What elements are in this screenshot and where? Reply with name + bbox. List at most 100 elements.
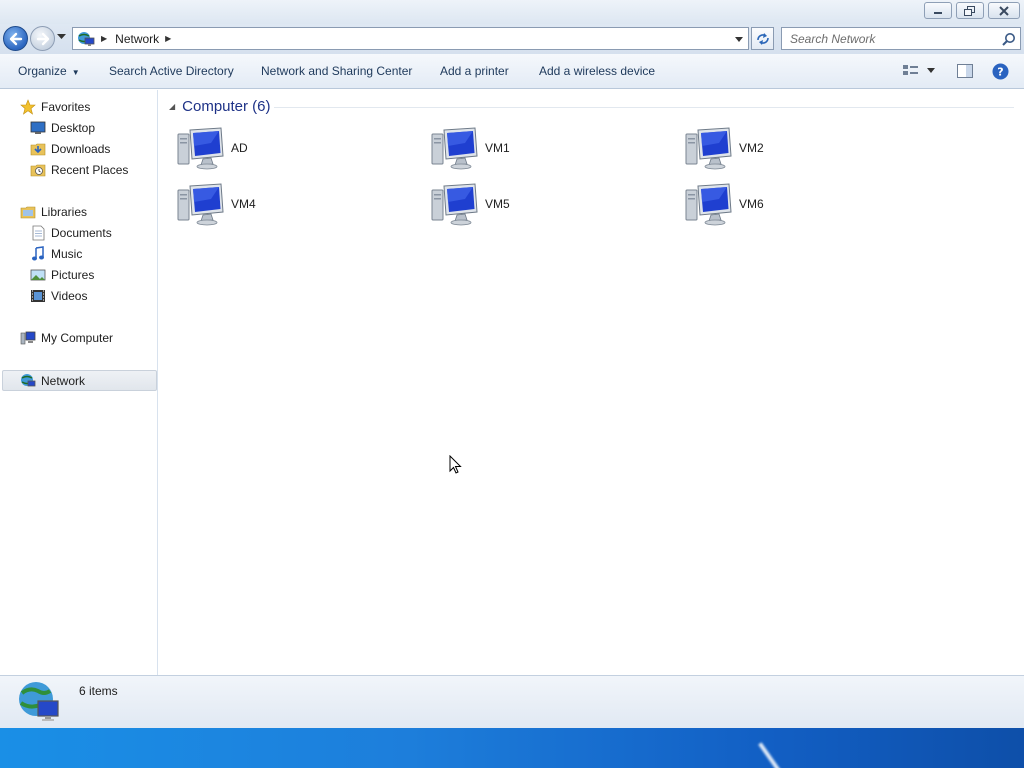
organize-button[interactable]: Organize ▼ <box>18 64 80 78</box>
computer-tile[interactable]: VM1 <box>431 125 671 171</box>
computer-tile[interactable]: VM5 <box>431 181 671 227</box>
computer-name: VM5 <box>485 197 510 211</box>
breadcrumb-network[interactable]: Network <box>115 32 159 46</box>
minimize-icon <box>934 11 942 14</box>
preview-pane-icon[interactable] <box>957 63 973 79</box>
views-dropdown-icon[interactable] <box>927 68 936 74</box>
globe-icon <box>19 682 59 721</box>
views-icon[interactable] <box>902 63 920 79</box>
group-title: Computer (6) <box>182 98 271 115</box>
computer-name: VM2 <box>739 141 764 155</box>
nav-my-computer[interactable]: My Computer <box>20 328 113 348</box>
search-input[interactable] <box>782 28 992 49</box>
restore-icon <box>964 5 975 16</box>
nav-label: Recent Places <box>51 163 129 177</box>
navigation-pane: Favorites Desktop Downloads Recent Place… <box>0 90 158 675</box>
minimize-button[interactable] <box>924 2 952 19</box>
address-history-dropdown-icon[interactable] <box>734 32 744 46</box>
computer-icon <box>20 331 36 345</box>
nav-music[interactable]: Music <box>30 244 82 264</box>
music-icon <box>32 246 44 261</box>
forward-button[interactable] <box>30 26 55 51</box>
nav-label: Favorites <box>41 100 91 114</box>
details-pane: 6 items <box>0 675 1024 728</box>
command-bar: Organize ▼ Search Active Directory Networ… <box>0 54 1024 89</box>
search-icon[interactable] <box>1002 32 1016 46</box>
caption-buttons <box>924 2 1020 19</box>
nav-label: Documents <box>51 226 112 240</box>
search-active-directory-button[interactable]: Search Active Directory <box>109 64 234 78</box>
refresh-icon <box>756 32 769 45</box>
close-button[interactable] <box>988 2 1020 19</box>
back-button[interactable] <box>3 26 28 51</box>
forward-icon <box>36 32 50 46</box>
item-count: 6 items <box>79 684 118 698</box>
nav-videos[interactable]: Videos <box>30 286 87 306</box>
add-printer-button[interactable]: Add a printer <box>440 64 509 78</box>
nav-recent-places[interactable]: Recent Places <box>30 160 128 180</box>
nav-label: Videos <box>51 289 88 303</box>
explorer-window: ▶ Network ▶ Organize ▼ <box>0 0 1024 728</box>
chevron-down-icon: ▼ <box>71 68 80 77</box>
content-pane: ◢ Computer (6) AD VM1 VM2 VM4 VM5 VM6 <box>159 90 1024 675</box>
back-icon <box>9 32 23 46</box>
nav-desktop[interactable]: Desktop <box>30 118 95 138</box>
downloads-folder-icon <box>30 143 46 156</box>
computer-icon <box>431 183 478 226</box>
mouse-cursor-icon <box>449 455 462 474</box>
libraries-icon <box>20 206 36 219</box>
nav-label: My Computer <box>41 331 114 345</box>
computer-tile[interactable]: VM4 <box>177 181 417 227</box>
nav-documents[interactable]: Documents <box>30 223 112 243</box>
organize-label: Organize <box>18 64 67 78</box>
nav-pictures[interactable]: Pictures <box>30 265 94 285</box>
computer-tile[interactable]: VM6 <box>685 181 925 227</box>
group-header[interactable]: ◢ Computer (6) <box>169 98 271 115</box>
recent-pages-dropdown[interactable] <box>57 34 66 40</box>
nav-libraries[interactable]: Libraries <box>20 202 87 222</box>
network-icon <box>78 31 95 46</box>
pictures-icon <box>30 269 46 281</box>
network-icon <box>21 373 36 386</box>
computer-icon <box>177 127 224 170</box>
network-sharing-center-button[interactable]: Network and Sharing Center <box>261 64 412 78</box>
computer-name: AD <box>231 141 248 155</box>
svg-text:?: ? <box>997 66 1003 79</box>
add-wireless-device-button[interactable]: Add a wireless device <box>539 64 655 78</box>
computer-icon <box>177 183 224 226</box>
wallpaper-streak <box>758 728 842 768</box>
star-icon <box>20 99 36 115</box>
recent-places-icon <box>30 164 46 177</box>
nav-label: Music <box>51 247 83 261</box>
group-divider <box>274 107 1014 108</box>
address-bar[interactable]: ▶ Network ▶ <box>72 27 749 50</box>
title-bar <box>0 0 1024 24</box>
search-box <box>781 27 1021 50</box>
nav-network[interactable]: Network <box>2 370 157 391</box>
documents-icon <box>32 225 45 241</box>
help-icon[interactable]: ? <box>992 63 1009 80</box>
computer-name: VM1 <box>485 141 510 155</box>
refresh-button[interactable] <box>751 27 774 50</box>
desktop-icon <box>30 121 46 134</box>
computer-tile[interactable]: VM2 <box>685 125 925 171</box>
computer-name: VM4 <box>231 197 256 211</box>
computer-icon <box>685 183 732 226</box>
nav-label: Desktop <box>51 121 96 135</box>
computer-name: VM6 <box>739 197 764 211</box>
computer-icon <box>431 127 478 170</box>
collapse-group-icon[interactable]: ◢ <box>169 102 175 111</box>
close-icon <box>999 5 1009 16</box>
nav-favorites[interactable]: Favorites <box>20 97 90 117</box>
nav-label: Downloads <box>51 142 111 156</box>
desktop-background <box>0 728 1024 768</box>
computer-tile[interactable]: AD <box>177 125 417 171</box>
computer-icon <box>685 127 732 170</box>
nav-label: Libraries <box>41 205 88 219</box>
breadcrumb-separator-icon[interactable]: ▶ <box>101 34 107 43</box>
nav-label: Network <box>41 373 86 388</box>
breadcrumb-separator-icon[interactable]: ▶ <box>165 34 171 43</box>
nav-label: Pictures <box>51 268 95 282</box>
nav-downloads[interactable]: Downloads <box>30 139 110 159</box>
restore-button[interactable] <box>956 2 984 19</box>
